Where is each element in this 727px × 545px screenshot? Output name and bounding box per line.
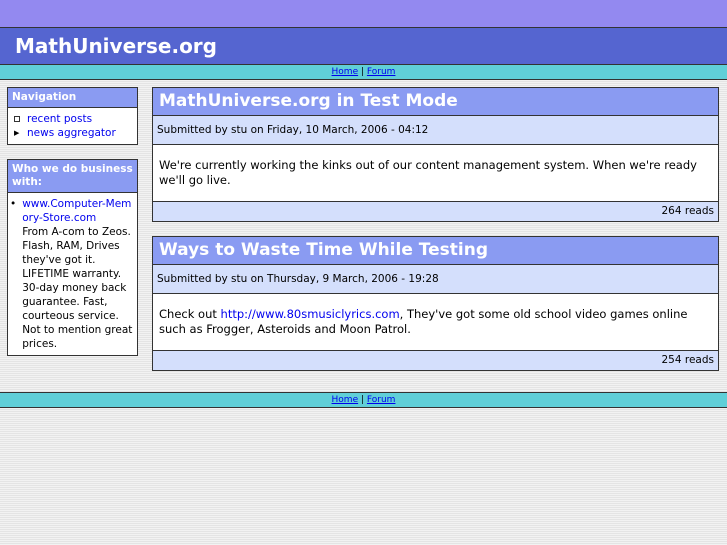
home-link[interactable]: Home — [332, 395, 359, 405]
nav-news-aggregator[interactable]: news aggregator — [27, 126, 116, 140]
business-link[interactable]: www.Computer-Memory-Store.com — [22, 198, 131, 224]
post: MathUniverse.org in Test Mode Submitted … — [152, 87, 719, 222]
bullet-icon: • — [10, 198, 17, 210]
forum-link[interactable]: Forum — [367, 395, 396, 405]
post-reads: 264 reads — [153, 202, 718, 221]
post: Ways to Waste Time While Testing Submitt… — [152, 236, 719, 371]
separator: | — [360, 395, 365, 405]
body-text: Check out — [159, 307, 221, 321]
business-description: From A-com to Zeos. Flash, RAM, Drives t… — [22, 226, 133, 350]
separator: | — [360, 67, 365, 77]
home-link[interactable]: Home — [332, 67, 359, 77]
block-title: Navigation — [8, 88, 137, 108]
post-body: Check out http://www.80smusiclyrics.com,… — [153, 294, 718, 351]
post-submitted: Submitted by stu on Thursday, 9 March, 2… — [153, 265, 718, 294]
navigation-block: Navigation recent posts ▶ news aggregator — [7, 87, 138, 145]
bottom-links: Home | Forum — [0, 392, 727, 408]
sidebar: Navigation recent posts ▶ news aggregator… — [7, 87, 138, 370]
business-block: Who we do business with: • www.Computer-… — [7, 159, 138, 356]
forum-link[interactable]: Forum — [367, 67, 396, 77]
top-band — [0, 0, 727, 28]
post-reads: 254 reads — [153, 351, 718, 370]
post-submitted: Submitted by stu on Friday, 10 March, 20… — [153, 116, 718, 145]
site-title: MathUniverse.org — [0, 28, 727, 65]
content: MathUniverse.org in Test Mode Submitted … — [152, 87, 719, 385]
square-bullet-icon — [14, 116, 20, 122]
body-link[interactable]: http://www.80smusiclyrics.com — [221, 307, 400, 321]
nav-recent-posts[interactable]: recent posts — [27, 112, 92, 126]
post-title[interactable]: MathUniverse.org in Test Mode — [153, 88, 718, 116]
block-title: Who we do business with: — [8, 160, 137, 193]
top-links: Home | Forum — [0, 65, 727, 80]
post-body: We're currently working the kinks out of… — [153, 145, 718, 202]
triangle-right-icon: ▶ — [14, 129, 20, 137]
post-title[interactable]: Ways to Waste Time While Testing — [153, 237, 718, 265]
